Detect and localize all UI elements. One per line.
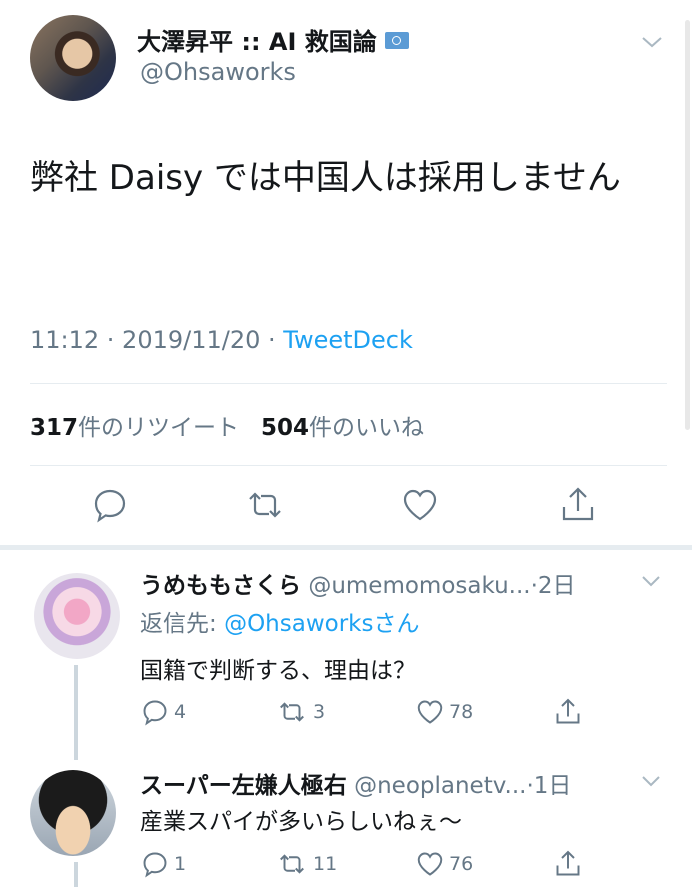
reply-header: うめももさくら @umemomosaku...·2日 bbox=[140, 566, 576, 600]
section-separator bbox=[0, 545, 692, 550]
like-count: 76 bbox=[449, 853, 474, 875]
reply-action-like[interactable]: 78 bbox=[415, 697, 473, 727]
divider bbox=[30, 383, 667, 384]
retweet-label[interactable]: 件のリツイート bbox=[78, 415, 239, 441]
reply-action-reply[interactable]: 1 bbox=[140, 849, 186, 879]
reply-count: 4 bbox=[174, 701, 187, 723]
author-name[interactable]: 大澤昇平 :: AI 救国論 bbox=[137, 22, 409, 57]
heart-icon[interactable] bbox=[415, 697, 445, 727]
reply-age[interactable]: ·2日 bbox=[531, 573, 576, 599]
heart-icon[interactable] bbox=[415, 849, 445, 879]
reply-action-retweet[interactable]: 3 bbox=[275, 697, 325, 727]
reply-author-handle[interactable]: @umemomosaku... bbox=[308, 573, 530, 599]
reply-count: 1 bbox=[174, 853, 187, 875]
tweet-timestamp: 11:12 · 2019/11/20 · bbox=[30, 326, 276, 354]
chevron-down-icon[interactable] bbox=[640, 34, 664, 50]
tweet-meta: 11:12 · 2019/11/20 · TweetDeck bbox=[30, 326, 413, 354]
like-count: 78 bbox=[449, 701, 474, 723]
reply-author-handle[interactable]: @neoplanetv... bbox=[354, 773, 526, 799]
reply-author-name[interactable]: うめももさくら bbox=[140, 573, 301, 599]
tweet-text: 弊社 Daisy では中国人は採用しません bbox=[30, 158, 621, 198]
reply-avatar[interactable] bbox=[30, 770, 116, 856]
reply-text: 国籍で判断する、理由は？ bbox=[140, 658, 416, 684]
reply-action-retweet[interactable]: 11 bbox=[275, 849, 337, 879]
scrollbar[interactable] bbox=[685, 20, 690, 430]
reply-avatar[interactable] bbox=[34, 573, 120, 659]
reply-age[interactable]: ·1日 bbox=[526, 773, 571, 799]
chevron-down-icon[interactable] bbox=[640, 774, 662, 788]
divider bbox=[30, 465, 667, 466]
heart-icon[interactable] bbox=[400, 485, 440, 525]
reply-action-like[interactable]: 76 bbox=[415, 849, 473, 879]
reply-action-reply[interactable]: 4 bbox=[140, 697, 186, 727]
chevron-down-icon[interactable] bbox=[640, 574, 662, 588]
un-flag-icon bbox=[384, 32, 409, 49]
reply-author-name[interactable]: スーパー左嫌人極右 bbox=[140, 773, 347, 799]
retweet-icon[interactable] bbox=[275, 849, 309, 879]
reply-header: スーパー左嫌人極右 @neoplanetv...·1日 bbox=[140, 766, 571, 800]
thread-line bbox=[74, 665, 78, 760]
reply-icon[interactable] bbox=[90, 485, 130, 525]
author-handle[interactable]: @Ohsaworks bbox=[140, 58, 296, 86]
reply-text: 産業スパイが多いらしいねぇ〜 bbox=[140, 809, 462, 835]
reply-to: 返信先: @Ohsaworksさん bbox=[140, 604, 419, 638]
share-icon[interactable] bbox=[553, 697, 583, 727]
reply-to-handle[interactable]: @Ohsaworks bbox=[224, 611, 373, 637]
retweet-count: 11 bbox=[313, 853, 338, 875]
retweet-count[interactable]: 317 bbox=[30, 415, 78, 441]
thread-line bbox=[74, 862, 78, 887]
retweet-icon[interactable] bbox=[275, 697, 309, 727]
reply-icon[interactable] bbox=[140, 849, 170, 879]
tweet-stats: 317件のリツイート 504件のいいね bbox=[30, 408, 424, 442]
like-label[interactable]: 件のいいね bbox=[309, 415, 424, 441]
share-icon[interactable] bbox=[558, 485, 598, 525]
like-count[interactable]: 504 bbox=[261, 415, 309, 441]
reply-to-suffix[interactable]: さん bbox=[373, 611, 419, 637]
share-icon[interactable] bbox=[553, 849, 583, 879]
author-name-text: 大澤昇平 :: AI 救国論 bbox=[137, 28, 377, 56]
reply-icon[interactable] bbox=[140, 697, 170, 727]
author-avatar[interactable] bbox=[30, 15, 116, 101]
tweet-source-link[interactable]: TweetDeck bbox=[283, 326, 413, 354]
retweet-count: 3 bbox=[313, 701, 326, 723]
retweet-icon[interactable] bbox=[245, 485, 285, 525]
reply-to-prefix: 返信先: bbox=[140, 611, 217, 637]
